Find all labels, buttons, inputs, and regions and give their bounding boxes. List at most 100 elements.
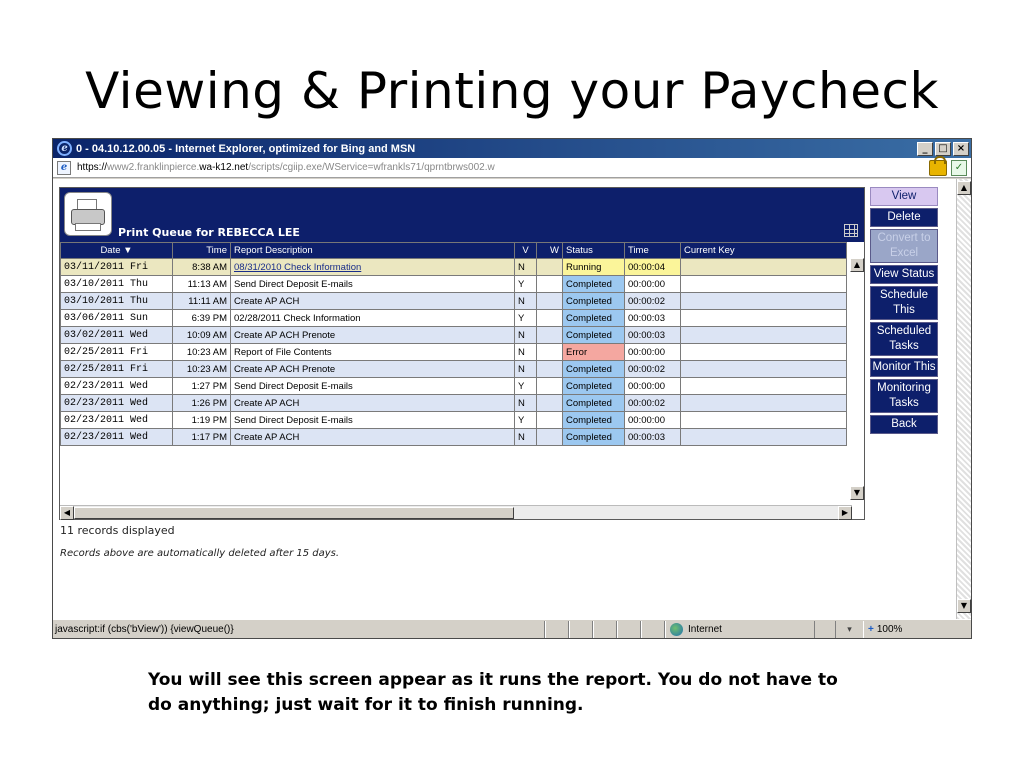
table-row[interactable]: 03/10/2011 Thu 11:11 AM Create AP ACH N Comp… — [60, 292, 847, 310]
row-status: Completed — [562, 275, 625, 293]
schedule-this-button[interactable]: Schedule This — [870, 286, 938, 320]
row-w-flag — [536, 360, 563, 378]
row-runtime: 00:00:04 — [624, 258, 681, 276]
lock-icon[interactable] — [929, 155, 947, 176]
row-w-flag — [536, 411, 563, 429]
row-status: Completed — [562, 360, 625, 378]
row-description: Send Direct Deposit E-mails — [230, 411, 515, 429]
table-row[interactable]: 03/10/2011 Thu 11:13 AM Send Direct Deposi… — [60, 275, 847, 293]
page-vertical-scrollbar[interactable]: ▲ ▼ — [956, 179, 971, 619]
col-header-status[interactable]: Status — [562, 242, 625, 259]
row-w-flag — [536, 343, 563, 361]
table-row[interactable]: 02/23/2011 Wed 1:27 PM Send Direct Deposit… — [60, 377, 847, 395]
row-v-flag: N — [514, 292, 537, 310]
row-w-flag — [536, 258, 563, 276]
table-row[interactable]: 02/25/2011 Fri 10:23 AM Create AP ACH Pren… — [60, 360, 847, 378]
row-date: 03/06/2011 Sun — [60, 309, 173, 327]
maximize-button[interactable]: □ — [935, 141, 951, 156]
zone-label: Internet — [688, 623, 722, 635]
security-zone[interactable]: Internet — [665, 620, 815, 638]
row-time: 1:26 PM — [172, 394, 231, 412]
table-row[interactable]: 03/11/2011 Fri 8:38 AM 08/31/2010 Check In… — [60, 258, 847, 276]
table-row[interactable]: 02/23/2011 Wed 1:17 PM Create AP ACH N Compl… — [60, 428, 847, 446]
row-v-flag: N — [514, 258, 537, 276]
table-scroll-up-icon[interactable]: ▲ — [850, 258, 864, 272]
row-v-flag: Y — [514, 309, 537, 327]
row-runtime: 00:00:02 — [624, 394, 681, 412]
queue-header: Print Queue for REBECCA LEE — [60, 188, 864, 242]
col-header-date[interactable]: Date ▼ — [60, 242, 173, 259]
horizontal-scroll-thumb[interactable] — [74, 507, 514, 519]
zoom-level: 100% — [876, 623, 903, 635]
table-horizontal-scrollbar[interactable]: ◀ ▶ — [60, 505, 852, 520]
row-time: 1:27 PM — [172, 377, 231, 395]
records-note: Records above are automatically deleted … — [60, 548, 340, 559]
window-titlebar[interactable]: e 0 - 04.10.12.00.05 - Internet Explorer… — [53, 139, 971, 158]
zoom-icon: + — [868, 623, 874, 635]
row-current-key — [680, 258, 847, 276]
scheduled-tasks-button[interactable]: Scheduled Tasks — [870, 322, 938, 356]
row-time: 6:39 PM — [172, 309, 231, 327]
scroll-left-icon[interactable]: ◀ — [60, 506, 74, 520]
close-button[interactable]: × — [953, 141, 969, 156]
table-header-row: Date ▼ Time Report Description V W Statu… — [60, 242, 847, 259]
row-current-key — [680, 428, 847, 446]
row-time: 1:17 PM — [172, 428, 231, 446]
row-time: 10:23 AM — [172, 360, 231, 378]
row-status: Completed — [562, 394, 625, 412]
status-text: javascript:if (cbs('bView')) {viewQueue(… — [53, 620, 545, 638]
certificate-icon[interactable]: ✓ — [951, 159, 967, 176]
row-status: Completed — [562, 309, 625, 327]
page-icon: e — [57, 160, 71, 175]
col-header-time[interactable]: Time — [172, 242, 231, 259]
col-header-description[interactable]: Report Description — [230, 242, 515, 259]
scroll-right-icon[interactable]: ▶ — [838, 506, 852, 520]
table-row[interactable]: 02/25/2011 Fri 10:23 AM Report of File Con… — [60, 343, 847, 361]
row-description[interactable]: 08/31/2010 Check Information — [230, 258, 515, 276]
back-button[interactable]: Back — [870, 415, 938, 434]
row-time: 11:13 AM — [172, 275, 231, 293]
row-runtime: 00:00:03 — [624, 428, 681, 446]
status-bar: javascript:if (cbs('bView')) {viewQueue(… — [53, 619, 971, 638]
row-w-flag — [536, 428, 563, 446]
row-w-flag — [536, 377, 563, 395]
col-header-v[interactable]: V — [514, 242, 537, 259]
monitoring-tasks-button[interactable]: Monitoring Tasks — [870, 379, 938, 413]
table-row[interactable]: 03/02/2011 Wed 10:09 AM Create AP ACH Pren… — [60, 326, 847, 344]
page-scroll-up-icon[interactable]: ▲ — [957, 181, 971, 195]
row-w-flag — [536, 275, 563, 293]
minimize-button[interactable]: _ — [917, 141, 933, 156]
queue-title: Print Queue for REBECCA LEE — [118, 226, 300, 239]
row-runtime: 00:00:00 — [624, 377, 681, 395]
row-description: Send Direct Deposit E-mails — [230, 377, 515, 395]
row-v-flag: Y — [514, 377, 537, 395]
row-runtime: 00:00:00 — [624, 275, 681, 293]
grid-settings-icon[interactable] — [844, 224, 858, 237]
row-runtime: 00:00:00 — [624, 411, 681, 429]
row-current-key — [680, 411, 847, 429]
table-scroll-down-icon[interactable]: ▼ — [850, 486, 864, 500]
table-vertical-scrollbar[interactable]: ▲ ▼ — [850, 258, 864, 508]
table-row[interactable]: 02/23/2011 Wed 1:19 PM Send Direct Deposit… — [60, 411, 847, 429]
protected-mode-icon[interactable]: ▾ — [835, 620, 863, 638]
row-status: Error — [562, 343, 625, 361]
row-status: Completed — [562, 377, 625, 395]
row-current-key — [680, 309, 847, 327]
table-row[interactable]: 03/06/2011 Sun 6:39 PM 02/28/2011 Check In… — [60, 309, 847, 327]
col-header-runtime[interactable]: Time — [624, 242, 681, 259]
url-host: wa-k12.net — [199, 162, 249, 173]
address-bar[interactable]: e https:// www2.franklinpierce. wa-k12.n… — [53, 155, 971, 178]
row-runtime: 00:00:00 — [624, 343, 681, 361]
col-header-w[interactable]: W — [536, 242, 563, 259]
delete-button[interactable]: Delete — [870, 208, 938, 227]
zoom-control[interactable]: + 100% — [863, 620, 933, 638]
table-row[interactable]: 02/23/2011 Wed 1:26 PM Create AP ACH N Compl… — [60, 394, 847, 412]
monitor-this-button[interactable]: Monitor This — [870, 358, 938, 377]
row-time: 10:23 AM — [172, 343, 231, 361]
row-w-flag — [536, 309, 563, 327]
page-scroll-down-icon[interactable]: ▼ — [957, 599, 971, 613]
convert-to-excel-button: Convert to Excel — [870, 229, 938, 263]
col-header-current-key[interactable]: Current Key — [680, 242, 847, 259]
view-button[interactable]: View — [870, 187, 938, 206]
view-status-button[interactable]: View Status — [870, 265, 938, 284]
